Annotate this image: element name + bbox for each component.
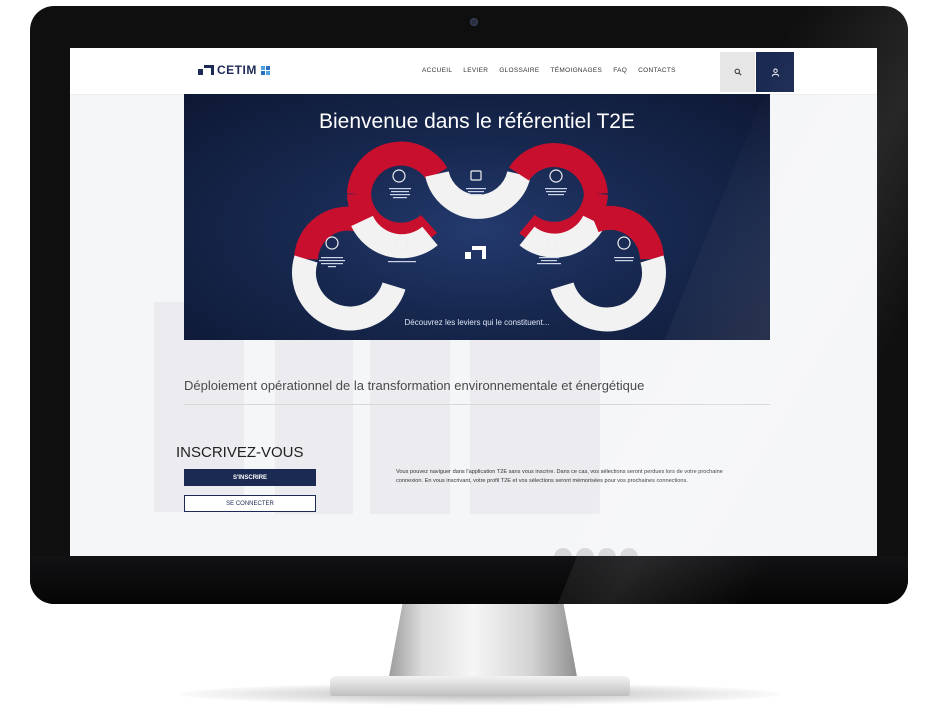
central-logo-icon <box>465 246 486 259</box>
lever-icon <box>549 169 563 183</box>
nav-item-glossaire[interactable]: GLOSSAIRE <box>499 67 539 74</box>
signup-heading: INSCRIVEZ-VOUS <box>176 444 304 461</box>
carousel-dots <box>554 548 638 556</box>
nav-item-faq[interactable]: FAQ <box>613 67 627 74</box>
login-button[interactable]: SE CONNECTER <box>184 495 316 512</box>
section-title: Déploiement opérationnel de la transform… <box>184 378 645 393</box>
lever-arc[interactable] <box>292 255 406 331</box>
monitor-stand <box>388 600 578 682</box>
search-icon <box>734 68 742 76</box>
lever-icon <box>470 170 482 181</box>
levers-diagram <box>292 141 666 332</box>
nav-item-contacts[interactable]: CONTACTS <box>638 67 676 74</box>
signup-button[interactable]: S'INSCRIRE <box>184 469 316 486</box>
lever-arc[interactable] <box>589 205 664 260</box>
user-account-button[interactable] <box>756 52 794 92</box>
logo-flag-icon <box>260 65 270 75</box>
user-icon <box>771 68 779 77</box>
lever-arc[interactable] <box>347 141 448 196</box>
logo-mark-icon <box>198 65 214 75</box>
monitor-stand-base <box>330 676 630 696</box>
lever-icon <box>617 236 631 250</box>
logo-text: CETIM <box>217 63 257 77</box>
lever-arc[interactable] <box>550 255 666 332</box>
lever-arc[interactable] <box>294 206 366 261</box>
browser-viewport: CETIM ACCUEIL LEVIER GLOSSAIRE TÉMOIGNAG… <box>70 48 877 556</box>
camera-icon <box>470 18 478 26</box>
lever-icon <box>325 236 339 250</box>
main-menu: ACCUEIL LEVIER GLOSSAIRE TÉMOIGNAGES FAQ… <box>422 67 687 74</box>
search-button[interactable] <box>720 52 755 92</box>
lever-icon <box>392 169 406 183</box>
nav-item-accueil[interactable]: ACCUEIL <box>422 67 452 74</box>
top-navigation: CETIM ACCUEIL LEVIER GLOSSAIRE TÉMOIGNAG… <box>70 48 877 95</box>
carousel-dot[interactable] <box>576 548 594 556</box>
hero-banner: Bienvenue dans le référentiel T2E Découv… <box>184 94 770 340</box>
signup-info-text: Vous pouvez naviguer dans l'application … <box>396 469 723 484</box>
nav-item-temoignages[interactable]: TÉMOIGNAGES <box>550 67 602 74</box>
carousel-dot[interactable] <box>620 548 638 556</box>
monitor-chin <box>30 556 908 604</box>
hero-subtitle[interactable]: Découvrez les leviers qui le constituent… <box>184 318 770 327</box>
carousel-dot[interactable] <box>554 548 572 556</box>
carousel-dot[interactable] <box>598 548 616 556</box>
cetim-logo[interactable]: CETIM <box>198 63 270 77</box>
nav-item-levier[interactable]: LEVIER <box>463 67 488 74</box>
section-divider <box>184 404 770 405</box>
lever-arc[interactable] <box>425 170 531 219</box>
monitor-bezel: CETIM ACCUEIL LEVIER GLOSSAIRE TÉMOIGNAG… <box>30 6 908 604</box>
